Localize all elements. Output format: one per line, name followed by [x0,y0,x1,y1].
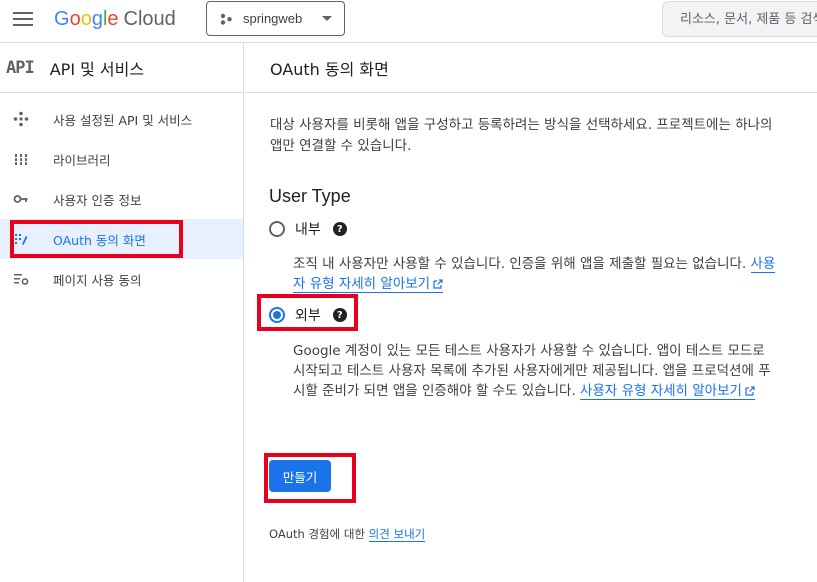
radio-label-internal: 내부 [295,222,321,238]
sidebar-item-label: 라이브러리 [53,152,111,168]
sidebar-item-enabled-apis[interactable]: 사용 설정된 API 및 서비스 [0,99,243,139]
chevron-down-icon [322,16,332,21]
external-link-icon [433,279,443,289]
send-feedback-link[interactable]: 의견 보내기 [368,527,426,542]
external-link-icon [745,386,755,396]
search-box[interactable] [662,1,817,37]
feedback-line: OAuth 경험에 대한 의견 보내기 [269,526,426,542]
radio-internal[interactable] [269,221,285,237]
intro-text: 대상 사용자를 비롯해 앱을 구성하고 등록하려는 방식을 선택하세요. 프로젝… [270,117,773,154]
project-name: springweb [243,11,303,26]
api-badge-icon: API [6,57,35,78]
internal-description: 조직 내 사용자만 사용할 수 있습니다. 인증을 위해 앱을 제출할 필요는 … [293,254,778,294]
external-description: Google 계정이 있는 모든 테스트 사용자가 사용할 수 있습니다. 앱이… [293,341,778,401]
diamond-arrows-icon [13,111,29,127]
settings-list-icon [13,271,29,287]
main-content: OAuth 동의 화면 대상 사용자를 비롯해 앱을 구성하고 등록하려는 방식… [245,43,817,582]
project-picker[interactable]: springweb [206,1,345,36]
sidebar-item-credentials[interactable]: 사용자 인증 정보 [0,179,243,219]
google-cloud-logo[interactable]: Google Cloud [54,8,176,31]
page-header: OAuth 동의 화면 [245,43,817,93]
sidebar-nav: 사용 설정된 API 및 서비스 라이브러리 사용자 인증 정보 OAuth 동… [0,93,243,299]
radio-option-internal[interactable]: 내부 ? [269,219,347,239]
help-icon[interactable]: ? [332,222,347,236]
sidebar-item-label: 페이지 사용 동의 [53,272,142,288]
internal-description-text: 조직 내 사용자만 사용할 수 있습니다. 인증을 위해 앱을 제출할 필요는 … [293,256,747,272]
annotation-highlight-oauth-nav [10,220,183,258]
sidebar-header: API API 및 서비스 [0,43,243,93]
annotation-highlight-create [264,453,356,503]
sidebar-title: API 및 서비스 [49,59,145,79]
user-type-heading: User Type [269,186,351,206]
sidebar: API API 및 서비스 사용 설정된 API 및 서비스 라이브러리 사용자… [0,43,244,582]
top-bar: Google Cloud springweb [0,0,817,43]
sidebar-item-library[interactable]: 라이브러리 [0,139,243,179]
search-input[interactable] [680,11,817,27]
main-menu-icon[interactable] [13,12,33,26]
sidebar-item-label: 사용자 인증 정보 [53,192,142,208]
feedback-prefix: OAuth 경험에 대한 [269,527,366,541]
annotation-highlight-external [257,294,358,331]
sidebar-item-label: 사용 설정된 API 및 서비스 [53,112,193,128]
learn-more-link-external[interactable]: 사용자 유형 자세히 알아보기 [580,383,755,400]
page-title: OAuth 동의 화면 [270,59,389,79]
library-grid-icon [13,151,29,167]
sidebar-item-page-usage-agreements[interactable]: 페이지 사용 동의 [0,259,243,299]
project-icon [220,13,232,25]
key-icon [13,191,29,207]
